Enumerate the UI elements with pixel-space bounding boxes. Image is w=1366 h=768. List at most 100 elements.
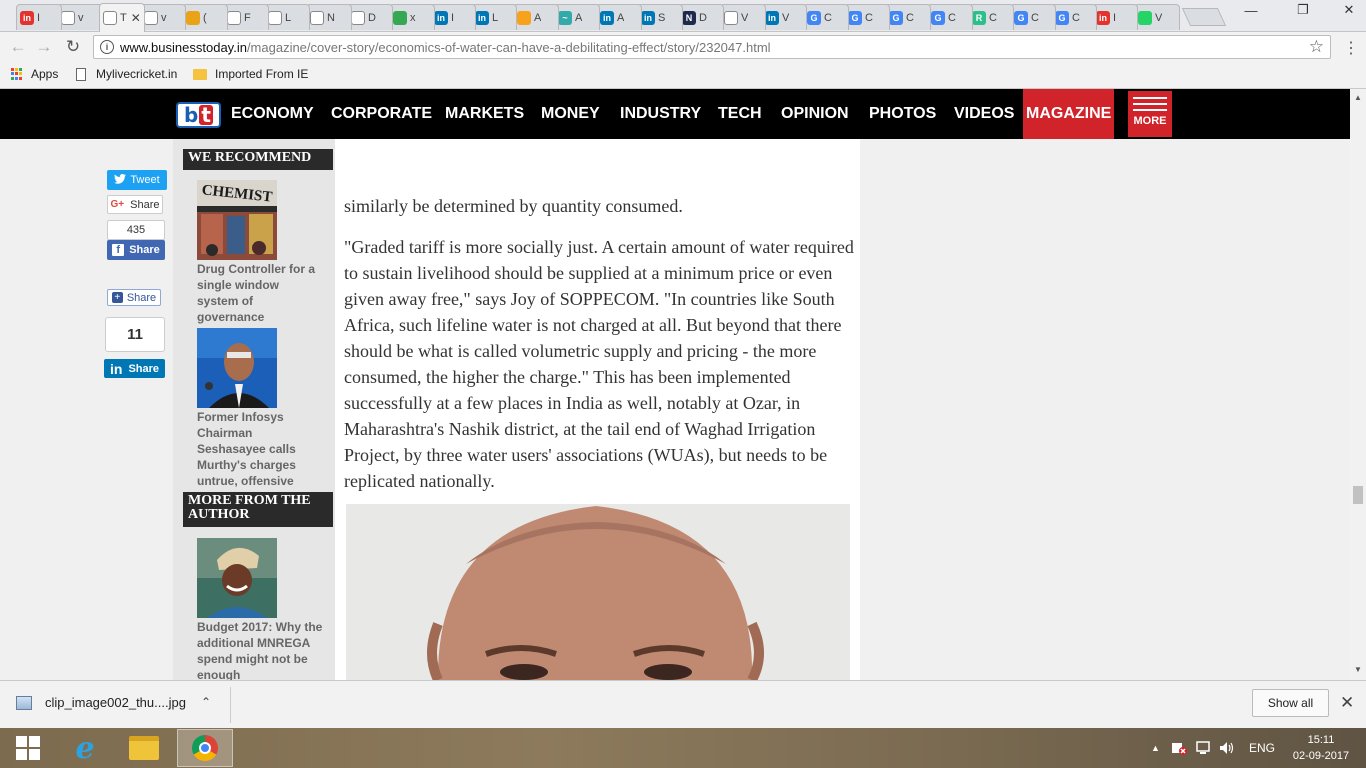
tab-favicon-icon <box>268 10 282 25</box>
url-host: www.businesstoday.in <box>120 39 247 55</box>
google-plus-icon: G+ <box>110 199 125 210</box>
browser-tab[interactable]: in I <box>430 4 476 30</box>
tab-active[interactable]: T ✕ <box>99 3 145 32</box>
tab-title: A <box>617 11 625 24</box>
tab-title: C <box>865 11 873 24</box>
browser-tab[interactable]: V <box>1134 4 1180 30</box>
mnrega-thumbnail[interactable] <box>197 538 277 618</box>
linkedin-share-button[interactable]: in Share <box>104 359 165 378</box>
show-hidden-icons-icon[interactable]: ▲ <box>1151 728 1160 768</box>
browser-tab[interactable]: v <box>57 4 103 30</box>
browser-tab[interactable]: in A <box>596 4 642 30</box>
chrome-menu-icon[interactable]: ⋮ <box>1343 38 1359 58</box>
windows-taskbar: e ▲ ENG 15:11 02-09-2017 <box>0 728 1366 768</box>
new-tab-button[interactable] <box>1181 8 1227 26</box>
folder-icon <box>193 68 207 80</box>
google-plus-share-button[interactable]: G+ Share <box>107 195 163 214</box>
tab-favicon-icon <box>1138 10 1152 25</box>
browser-tab[interactable]: in I <box>16 4 62 30</box>
nav-money[interactable]: MONEY <box>539 89 602 139</box>
share-column: Tweet G+ Share 435 f Share + Share 11 in… <box>95 159 173 679</box>
tab-title: C <box>1031 11 1039 24</box>
close-window-icon[interactable]: ✕ <box>1334 0 1364 20</box>
volume-icon[interactable] <box>1219 728 1235 768</box>
tab-favicon-icon <box>103 11 117 25</box>
nav-economy[interactable]: ECONOMY <box>229 89 316 139</box>
back-icon[interactable]: ← <box>8 37 28 57</box>
browser-tab[interactable]: RC <box>968 4 1014 30</box>
article-paragraph: similarly be determined by quantity cons… <box>344 196 683 216</box>
tweet-button[interactable]: Tweet <box>107 170 167 190</box>
more-menu-button[interactable]: MORE <box>1128 91 1172 137</box>
browser-tab[interactable]: ( <box>182 4 228 30</box>
reload-icon[interactable]: ↻ <box>63 37 83 57</box>
browser-tab[interactable]: in V <box>761 4 807 30</box>
chrome-taskbar-icon[interactable] <box>177 729 233 767</box>
scroll-down-arrow-icon[interactable]: ▼ <box>1354 665 1362 674</box>
recommend-caption[interactable]: Former Infosys Chairman Seshasayee calls… <box>197 409 323 489</box>
addthis-share-button[interactable]: + Share <box>107 289 161 306</box>
chemist-thumbnail[interactable]: CHEMIST <box>197 180 277 260</box>
nav-magazine[interactable]: MAGAZINE <box>1023 89 1115 139</box>
tab-title: ( <box>203 11 207 24</box>
close-icon[interactable]: ✕ <box>1340 693 1354 713</box>
browser-tab[interactable]: in I <box>1092 4 1138 30</box>
browser-tab[interactable]: in L <box>471 4 517 30</box>
author-story-caption[interactable]: Budget 2017: Why the additional MNREGA s… <box>197 619 323 680</box>
bookmark-imported-from-ie[interactable]: Imported From IE <box>193 67 308 81</box>
nav-markets[interactable]: MARKETS <box>443 89 526 139</box>
forward-icon[interactable]: → <box>34 37 54 57</box>
show-all-button[interactable]: Show all <box>1252 689 1329 717</box>
bookmark-mylivecricket[interactable]: Mylivecricket.in <box>76 67 177 81</box>
nav-tech[interactable]: TECH <box>716 89 764 139</box>
browser-tab[interactable]: GC <box>1051 4 1097 30</box>
nav-opinion[interactable]: OPINION <box>779 89 851 139</box>
language-indicator[interactable]: ENG <box>1249 728 1275 768</box>
browser-tab[interactable]: ~ A <box>554 4 600 30</box>
address-bar[interactable]: i www.businesstoday.in/magazine/cover-st… <box>93 35 1331 59</box>
we-recommend-heading: WE RECOMMEND <box>183 149 333 170</box>
browser-tab[interactable]: GC <box>885 4 931 30</box>
browser-tab[interactable]: in S <box>637 4 683 30</box>
bookmark-apps[interactable]: Apps <box>11 67 58 81</box>
scrollbar-thumb[interactable] <box>1353 486 1363 504</box>
file-explorer-icon[interactable] <box>116 729 172 767</box>
browser-tab[interactable]: GC <box>844 4 890 30</box>
chevron-up-icon[interactable]: ⌃ <box>201 695 211 709</box>
browser-tab[interactable]: GC <box>803 4 849 30</box>
browser-tab[interactable]: v <box>140 4 186 30</box>
seshasayee-thumbnail[interactable] <box>197 328 277 408</box>
minimize-icon[interactable]: — <box>1236 0 1266 20</box>
browser-tab[interactable]: A <box>513 4 559 30</box>
action-center-icon[interactable] <box>1171 728 1187 768</box>
start-button[interactable] <box>0 729 56 767</box>
internet-explorer-icon[interactable]: e <box>57 729 113 767</box>
browser-tab[interactable]: V <box>720 4 766 30</box>
download-item[interactable]: clip_image002_thu....jpg <box>16 695 186 710</box>
browser-tab[interactable]: ND <box>678 4 724 30</box>
browser-tab[interactable]: GC <box>927 4 973 30</box>
network-icon[interactable] <box>1196 728 1212 768</box>
nav-videos[interactable]: VIDEOS <box>952 89 1016 139</box>
vertical-scrollbar[interactable]: ▲ ▼ <box>1350 89 1366 680</box>
maximize-icon[interactable]: ❐ <box>1288 0 1318 20</box>
browser-tab[interactable]: D <box>347 4 393 30</box>
nav-corporate[interactable]: CORPORATE <box>329 89 434 139</box>
browser-tab[interactable]: N <box>306 4 352 30</box>
browser-tab[interactable]: F <box>223 4 269 30</box>
browser-tab[interactable]: GC <box>1010 4 1056 30</box>
scroll-up-arrow-icon[interactable]: ▲ <box>1354 93 1362 102</box>
info-icon[interactable]: i <box>100 40 114 54</box>
system-clock[interactable]: 15:11 02-09-2017 <box>1292 732 1350 764</box>
bookmark-star-icon[interactable]: ☆ <box>1309 37 1324 57</box>
nav-photos[interactable]: PHOTOS <box>867 89 938 139</box>
facebook-share-button[interactable]: f Share <box>107 240 165 260</box>
tab-title: T <box>120 12 127 24</box>
tab-close-icon[interactable]: ✕ <box>131 11 141 25</box>
browser-tab[interactable]: x <box>389 4 435 30</box>
recommend-caption[interactable]: Drug Controller for a single window syst… <box>197 261 323 325</box>
nav-industry[interactable]: INDUSTRY <box>618 89 703 139</box>
businesstoday-logo[interactable]: bt <box>176 102 221 128</box>
browser-tab[interactable]: L <box>264 4 310 30</box>
browser-toolbar: ← → ↻ i www.businesstoday.in/magazine/co… <box>0 32 1366 62</box>
